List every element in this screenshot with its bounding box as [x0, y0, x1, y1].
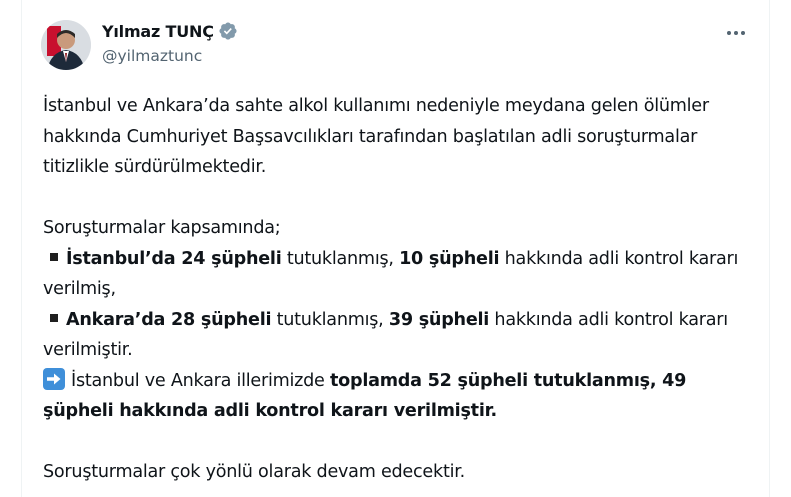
avatar-photo: [41, 20, 91, 70]
tweet-closing: Soruşturmalar çok yönlü olarak devam ede…: [43, 462, 465, 482]
ankara-arrests: Ankara’da 28 şüpheli: [66, 309, 272, 330]
tweet-item-istanbul: İstanbul’da 24 şüpheli tutuklanmış, 10 ş…: [43, 244, 759, 305]
author-name-row[interactable]: Yılmaz TUNÇ: [102, 20, 238, 42]
ankara-judicial-control: 39 şüpheli: [388, 309, 490, 330]
tweet-card: Yılmaz TUNÇ @yilmaztunc İstanbul ve Anka…: [21, 0, 770, 497]
summary-text: İstanbul ve Ankara illerimizde: [71, 370, 330, 391]
author-display-name[interactable]: Yılmaz TUNÇ: [102, 22, 214, 41]
black-square-bullet-icon: [50, 253, 58, 261]
avatar[interactable]: [41, 20, 91, 70]
tweet-item-ankara: Ankara’da 28 şüpheli tutuklanmış, 39 şüp…: [43, 305, 759, 366]
item2-text-a: tutuklanmış,: [271, 309, 389, 330]
author-handle[interactable]: @yilmaztunc: [102, 47, 202, 65]
right-arrow-emoji-icon: [43, 367, 65, 390]
verified-badge-icon: [218, 21, 238, 41]
more-options-icon[interactable]: [723, 22, 749, 44]
tweet-summary: İstanbul ve Ankara illerimizde toplamda …: [43, 366, 759, 427]
istanbul-arrests: İstanbul’da 24 şüpheli: [66, 248, 282, 269]
tweet-intro: Soruşturmalar kapsamında;: [43, 218, 281, 238]
tweet-text: İstanbul ve Ankara’da sahte alkol kullan…: [43, 91, 759, 488]
tweet-paragraph-1: İstanbul ve Ankara’da sahte alkol kullan…: [43, 96, 709, 177]
istanbul-judicial-control: 10 şüpheli: [399, 248, 500, 269]
black-square-bullet-icon: [50, 314, 58, 322]
item1-text-a: tutuklanmış,: [281, 248, 400, 269]
